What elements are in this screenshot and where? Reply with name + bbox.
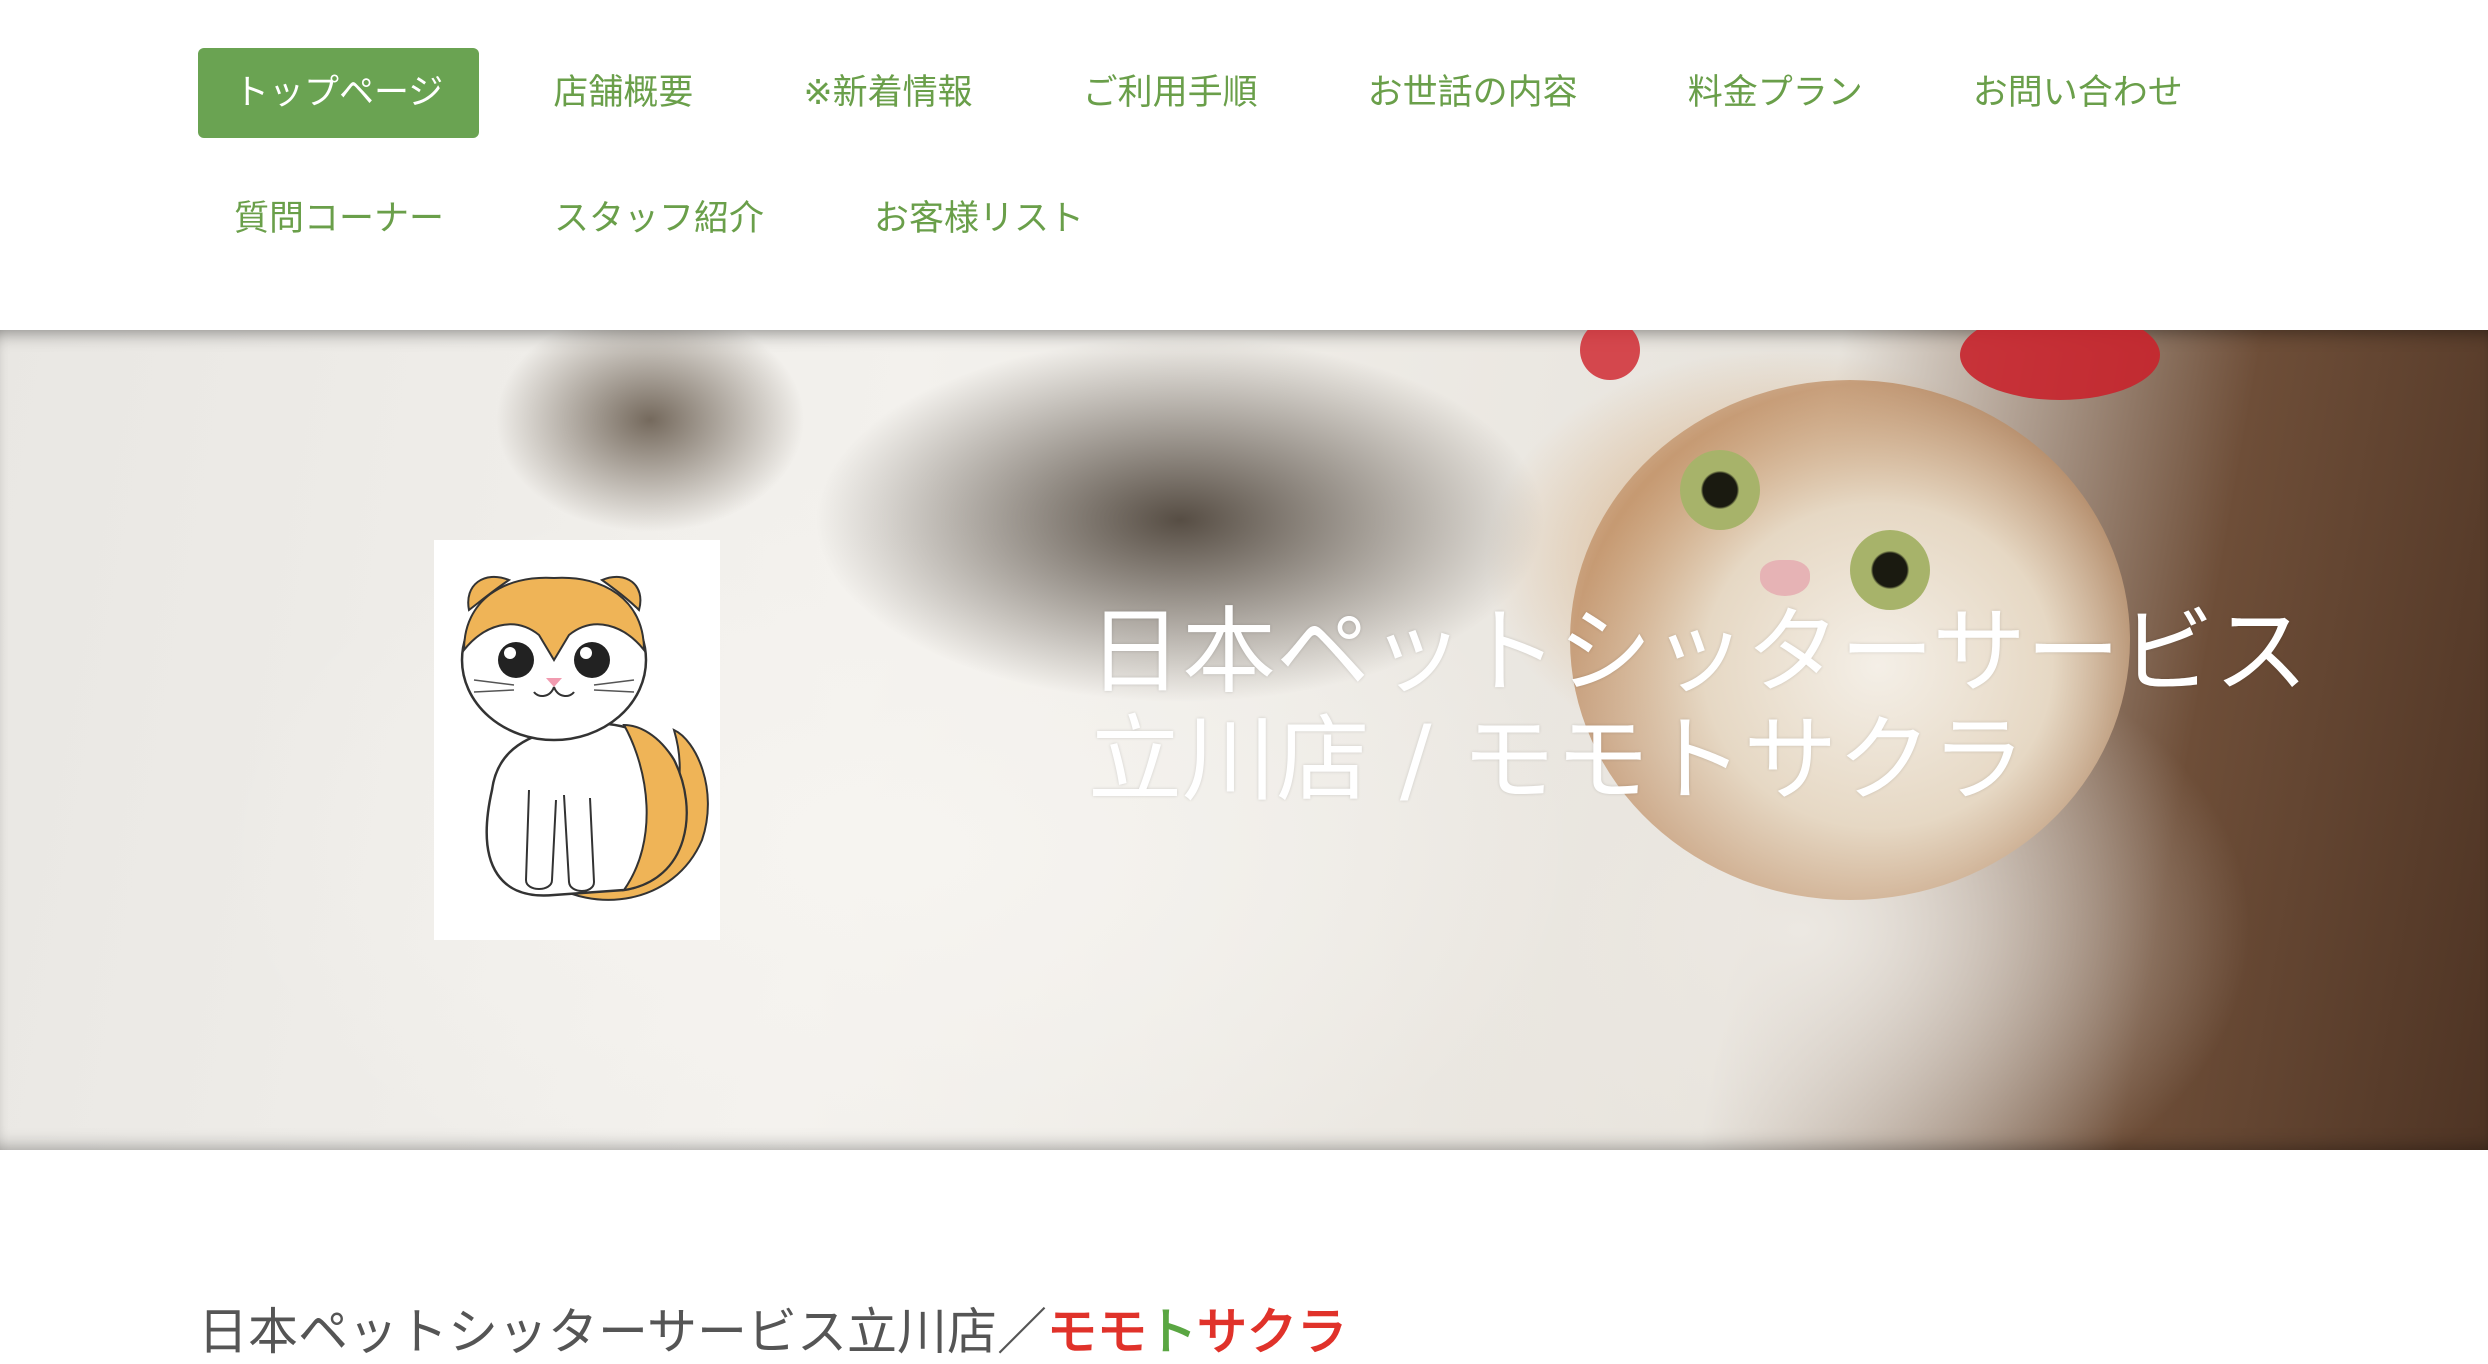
nav-item-top-page[interactable]: トップページ [198, 48, 480, 138]
nav-item-customer-list[interactable]: お客様リスト [838, 174, 1120, 264]
nav-item-care-content[interactable]: お世話の内容 [1332, 48, 1614, 138]
brand-to: ト [1147, 1302, 1197, 1361]
hero-red-toy [1960, 330, 2160, 400]
nav-item-staff[interactable]: スタッフ紹介 [518, 174, 800, 264]
hero-red-toy [1580, 330, 1640, 380]
site-heading-prefix: 日本ペットシッターサービス立川店／ [198, 1302, 1047, 1361]
hero-title: 日本ペットシッターサービス 立川店 / モモトサクラ [1088, 597, 2309, 815]
nav-item-contact[interactable]: お問い合わせ [1937, 48, 2219, 138]
brand-sakura: サクラ [1197, 1302, 1347, 1361]
nav-row-1: トップページ 店舗概要 ※新着情報 ご利用手順 お世話の内容 料金プラン お問い… [198, 48, 2328, 138]
nav-item-faq[interactable]: 質問コーナー [198, 174, 480, 264]
hero-cat-nose [1760, 560, 1810, 596]
hero-title-line2: 立川店 / モモトサクラ [1088, 705, 2026, 815]
hero-title-line1: 日本ペットシッターサービス [1088, 597, 2309, 707]
brand-momo: モモ [1047, 1302, 1147, 1361]
nav-item-news[interactable]: ※新着情報 [767, 48, 1008, 138]
nav-item-store-overview[interactable]: 店舗概要 [517, 48, 729, 138]
nav-item-pricing[interactable]: 料金プラン [1652, 48, 1899, 138]
cartoon-cat-icon [460, 575, 709, 901]
site-heading: 日本ペットシッターサービス立川店／モモトサクラ [198, 1300, 1347, 1364]
main-nav: トップページ 店舗概要 ※新着情報 ご利用手順 お世話の内容 料金プラン お問い… [198, 48, 2328, 264]
hero-cat-eye [1680, 450, 1760, 530]
site-logo[interactable] [434, 540, 720, 940]
nav-row-2: 質問コーナー スタッフ紹介 お客様リスト [198, 174, 2328, 264]
nav-item-usage-steps[interactable]: ご利用手順 [1047, 48, 1294, 138]
